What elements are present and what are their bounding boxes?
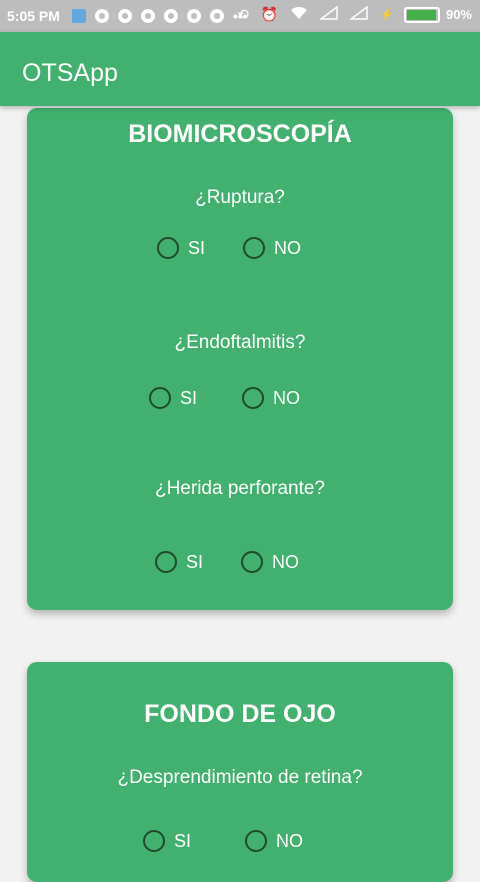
radio-ruptura-no[interactable]: NO [243, 237, 301, 259]
whatsapp-icon [164, 9, 178, 23]
battery-percent: 90% [445, 7, 472, 22]
radio-desprendimiento-si[interactable]: SI [143, 830, 191, 852]
battery-icon [403, 6, 440, 23]
charging-icon: ⚡ [380, 9, 394, 21]
question-ruptura: ¿Ruptura? [195, 187, 285, 208]
whatsapp-icon [95, 9, 109, 23]
whatsapp-icon [141, 9, 155, 23]
question-desprendimiento-de-retina: ¿Desprendimiento de retina? [117, 767, 363, 788]
card-title: BIOMICROSCOPÍA [128, 120, 352, 148]
alarm-icon: ⏰ [260, 6, 279, 22]
status-time: 5:05 PM [7, 8, 60, 24]
notification-icon [72, 9, 86, 23]
radio-label: NO [272, 551, 299, 572]
radio-label: NO [274, 237, 301, 258]
radio-label: NO [276, 830, 303, 851]
radio-ruptura-si[interactable]: SI [157, 237, 205, 259]
status-bar: 5:05 PM ••• ⟲ ⏰ ⚡ 90% [0, 0, 480, 32]
battery-level [406, 9, 436, 20]
radio-label: SI [188, 237, 206, 258]
radio-label: SI [186, 551, 204, 572]
system-icons: ⟲ ⏰ ⚡ 90% [225, 5, 472, 23]
rotate-icon: ⟲ [237, 6, 249, 22]
radio-label: SI [180, 387, 198, 408]
radio-button[interactable] [245, 830, 267, 852]
radio-herida-perforante-si[interactable]: SI [155, 551, 203, 573]
radio-label: SI [174, 830, 192, 851]
radio-endoftalmitis-no[interactable]: NO [242, 387, 300, 409]
fondo-de-ojo-card: FONDO DE OJO ¿Desprendimiento de retina?… [27, 662, 453, 882]
whatsapp-icon [187, 9, 201, 23]
radio-button[interactable] [149, 387, 171, 409]
whatsapp-icon [210, 9, 224, 23]
biomicroscopia-card: BIOMICROSCOPÍA ¿Ruptura? SI NO ¿Endoftal… [27, 108, 453, 610]
app-title: OTSApp [22, 59, 118, 87]
radio-button[interactable] [157, 237, 179, 259]
radio-label: NO [273, 387, 300, 408]
radio-herida-perforante-no[interactable]: NO [241, 551, 299, 573]
whatsapp-icon [118, 9, 132, 23]
radio-button[interactable] [155, 551, 177, 573]
signal-icon [349, 5, 369, 23]
question-endoftalmitis: ¿Endoftalmitis? [174, 332, 306, 353]
app-bar: OTSApp [0, 32, 480, 106]
wifi-icon [290, 6, 308, 23]
radio-endoftalmitis-si[interactable]: SI [149, 387, 197, 409]
radio-button[interactable] [242, 387, 264, 409]
radio-button[interactable] [241, 551, 263, 573]
notification-icons: ••• [72, 8, 248, 24]
radio-button[interactable] [143, 830, 165, 852]
card-title: FONDO DE OJO [144, 700, 336, 728]
radio-button[interactable] [243, 237, 265, 259]
radio-desprendimiento-no[interactable]: NO [245, 830, 303, 852]
signal-icon [319, 5, 339, 23]
question-herida-perforante: ¿Herida perforante? [154, 478, 326, 499]
